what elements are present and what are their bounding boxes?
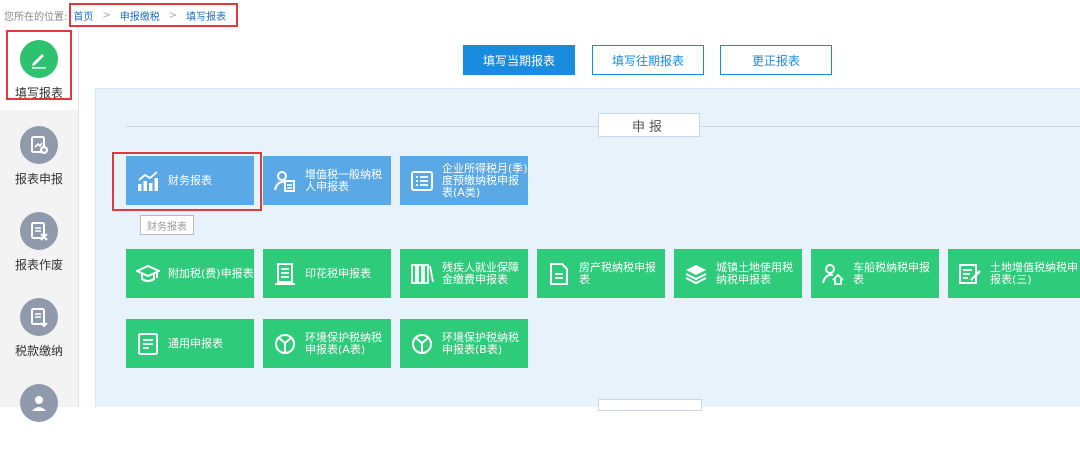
breadcrumb-prefix: 您所在的位置:: [4, 11, 68, 23]
tile-corporate-income-tax[interactable]: 企业所得税月(季)度预缴纳税申报表(A类): [400, 156, 528, 205]
sidebar-item-report-declare[interactable]: 报表申报: [0, 116, 78, 196]
tile-label: 通用申报表: [168, 336, 223, 350]
books-icon: [410, 262, 434, 286]
tab-correct-report[interactable]: 更正报表: [720, 45, 832, 75]
breadcrumb: 您所在的位置: 首页 > 申报缴税 > 填写报表: [0, 0, 239, 30]
tile-label: 土地增值税纳税申报表(三): [990, 260, 1078, 286]
user-icon: [20, 384, 58, 422]
sidebar-item-label: 报表作废: [14, 258, 63, 272]
tile-label: 企业所得税月(季)度预缴纳税申报表(A类): [442, 161, 528, 199]
breadcrumb-tax-link[interactable]: 申报缴税: [120, 8, 160, 23]
breadcrumb-home-link[interactable]: 首页: [73, 8, 93, 23]
sidebar-item-user[interactable]: [0, 374, 78, 454]
document-lines-icon: [273, 262, 297, 286]
tile-land-vat[interactable]: 土地增值税纳税申报表(三): [948, 249, 1080, 298]
pencil-icon: [20, 40, 58, 78]
tile-disability-fund[interactable]: 残疾人就业保障金缴费申报表: [400, 249, 528, 298]
shield-leaf-icon: [410, 332, 434, 356]
report-upload-icon: [20, 126, 58, 164]
section-title: 申报: [598, 113, 700, 137]
tile-label: 车船税纳税申报表: [853, 260, 930, 286]
section-divider: [700, 126, 1080, 127]
tile-env-tax-a[interactable]: 环境保护税纳税申报表(A表): [263, 319, 391, 368]
tile-property-tax[interactable]: 房产税纳税申报表: [537, 249, 665, 298]
tile-general-declare[interactable]: 通用申报表: [126, 319, 254, 368]
report-void-icon: [20, 212, 58, 250]
breadcrumb-highlight: 首页 > 申报缴税 > 填写报表: [69, 3, 239, 27]
tile-env-tax-b[interactable]: 环境保护税纳税申报表(B表): [400, 319, 528, 368]
sidebar-item-label: 税款缴纳: [14, 344, 63, 358]
breadcrumb-separator: >: [168, 9, 178, 21]
sidebar-item-report-void[interactable]: 报表作废: [0, 202, 78, 282]
tile-highlight-box: [112, 152, 262, 211]
person-home-icon: [821, 262, 845, 286]
person-document-icon: [273, 169, 297, 193]
tile-land-use-tax[interactable]: 城镇土地使用税纳税申报表: [674, 249, 802, 298]
shield-leaf-icon: [273, 332, 297, 356]
layers-icon: [684, 262, 708, 286]
section-divider: [126, 126, 598, 127]
tile-stamp-duty[interactable]: 印花税申报表: [263, 249, 391, 298]
list-icon: [410, 169, 434, 193]
tile-label: 环境保护税纳税申报表(B表): [442, 330, 519, 356]
next-section-title: [598, 399, 702, 411]
graduation-cap-icon: [136, 262, 160, 286]
sidebar-item-fill-report[interactable]: 填写报表: [0, 30, 78, 110]
tile-label: 房产税纳税申报表: [579, 260, 656, 286]
breadcrumb-separator: >: [102, 9, 111, 21]
tile-vat-general[interactable]: 增值税一般纳税人申报表: [263, 156, 391, 205]
sidebar: 填写报表 报表申报 报表作废 税款缴纳: [0, 30, 79, 422]
sidebar-item-label: 报表申报: [14, 172, 63, 186]
document-icon: [547, 262, 571, 286]
tax-payment-icon: [20, 298, 58, 336]
tile-label: 残疾人就业保障金缴费申报表: [442, 260, 519, 286]
tooltip: 财务报表: [140, 215, 194, 235]
sidebar-item-label: 填写报表: [14, 86, 63, 100]
report-tabs: 填写当期报表 填写往期报表 更正报表: [79, 45, 1080, 75]
sidebar-item-tax-payment[interactable]: 税款缴纳: [0, 288, 78, 368]
tab-past-period[interactable]: 填写往期报表: [592, 45, 704, 75]
tile-label: 印花税申报表: [305, 266, 371, 280]
tile-label: 环境保护税纳税申报表(A表): [305, 330, 382, 356]
document-lines-icon: [136, 332, 160, 356]
tab-current-period[interactable]: 填写当期报表: [463, 45, 575, 75]
edit-document-icon: [958, 262, 982, 286]
tile-label: 城镇土地使用税纳税申报表: [716, 260, 793, 286]
tile-label: 附加税(费)申报表: [168, 266, 254, 280]
tile-vehicle-tax[interactable]: 车船税纳税申报表: [811, 249, 939, 298]
tile-surcharge[interactable]: 附加税(费)申报表: [126, 249, 254, 298]
declare-panel: 申报 财务报表 增值税一般纳税人申报表 企业所得税月(季)度预缴纳税申报表(A类…: [95, 88, 1080, 411]
tile-label: 增值税一般纳税人申报表: [305, 167, 382, 193]
main-content: 填写当期报表 填写往期报表 更正报表 申报 财务报表 增值税一般纳税人申报表 企…: [79, 30, 1080, 411]
breadcrumb-current[interactable]: 填写报表: [186, 8, 226, 23]
